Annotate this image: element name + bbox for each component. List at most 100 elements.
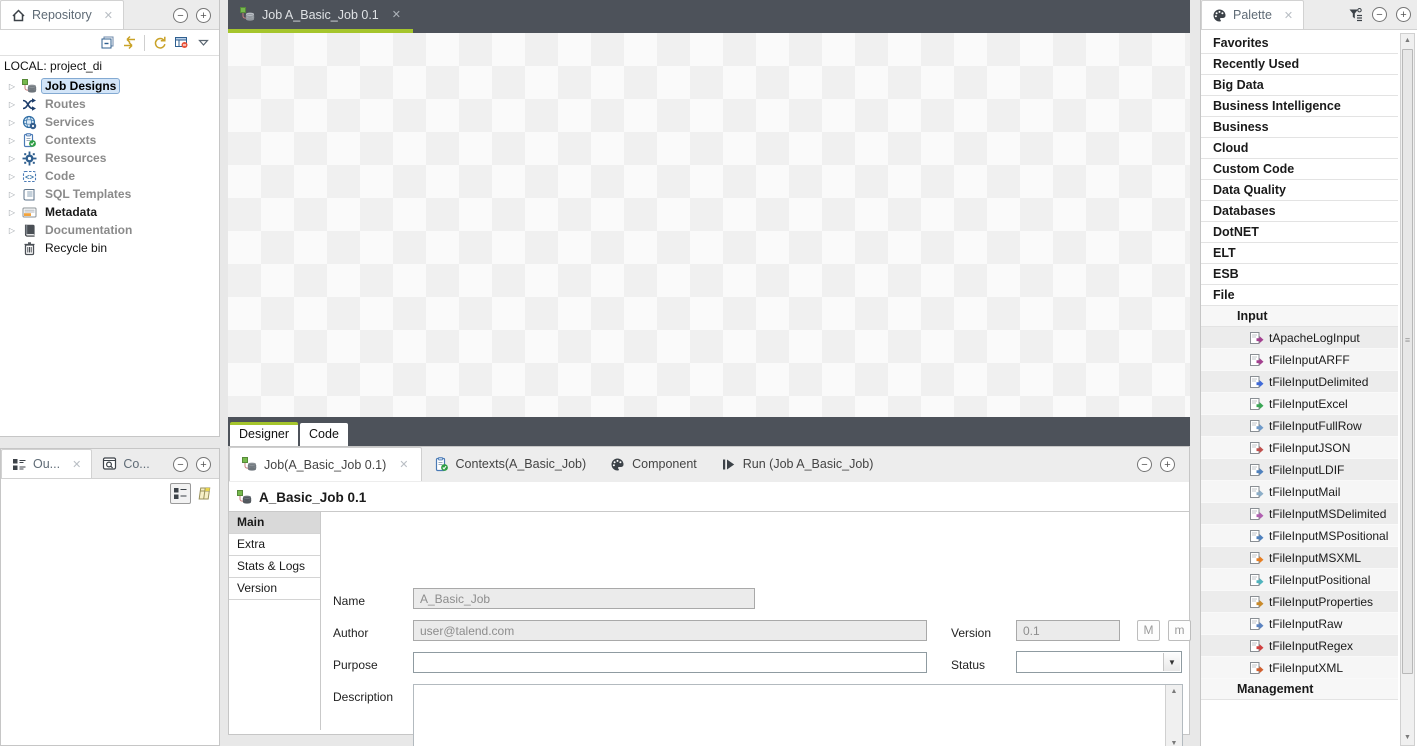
tree-item-code[interactable]: ▷<>Code	[0, 167, 219, 185]
tab-designer[interactable]: Designer	[230, 422, 298, 446]
expand-arrow-icon[interactable]: ▷	[6, 190, 18, 199]
palette-section-elt[interactable]: ELT	[1201, 243, 1398, 264]
author-field[interactable]	[413, 620, 927, 641]
tab-job-a-basic-job-0-1[interactable]: Job(A_Basic_Job 0.1)✕	[229, 447, 422, 481]
tab-palette[interactable]: Palette ✕	[1201, 0, 1304, 29]
palette-component-tfileinputmspositional[interactable]: tFileInputMSPositional	[1201, 525, 1398, 547]
palette-component-tfileinputmsxml[interactable]: tFileInputMSXML	[1201, 547, 1398, 569]
expand-arrow-icon[interactable]: ▷	[6, 226, 18, 235]
close-icon[interactable]: ✕	[1284, 9, 1293, 22]
expand-arrow-icon[interactable]: ▷	[6, 154, 18, 163]
tree-item-job-designs[interactable]: ▷Job Designs	[0, 77, 219, 95]
palette-section-custom-code[interactable]: Custom Code	[1201, 159, 1398, 180]
chevron-down-icon[interactable]: ▼	[1163, 653, 1180, 671]
palette-component-tfileinputxml[interactable]: tFileInputXML	[1201, 657, 1398, 679]
tree-item-services[interactable]: ▷Services	[0, 113, 219, 131]
side-tab-version[interactable]: Version	[229, 578, 320, 600]
palette-component-tfileinputmail[interactable]: tFileInputMail	[1201, 481, 1398, 503]
expand-arrow-icon[interactable]: ▷	[6, 208, 18, 217]
tab-code-viewer[interactable]: Co...	[92, 449, 159, 478]
maximize-button[interactable]: +	[196, 457, 211, 472]
description-field[interactable]	[414, 685, 1165, 746]
side-tab-main[interactable]: Main	[229, 512, 320, 534]
minimize-button[interactable]: −	[173, 8, 188, 23]
palette-component-tfileinputfullrow[interactable]: tFileInputFullRow	[1201, 415, 1398, 437]
palette-component-tfileinputproperties[interactable]: tFileInputProperties	[1201, 591, 1398, 613]
palette-component-tfileinputregex[interactable]: tFileInputRegex	[1201, 635, 1398, 657]
job-design-canvas[interactable]	[228, 33, 1190, 417]
palette-section-business-intelligence[interactable]: Business Intelligence	[1201, 96, 1398, 117]
side-tab-extra[interactable]: Extra	[229, 534, 320, 556]
tab-repository[interactable]: Repository ✕	[0, 0, 124, 29]
tab-contexts-a-basic-job[interactable]: Contexts(A_Basic_Job)	[422, 447, 599, 481]
scroll-down-icon[interactable]: ▼	[1166, 737, 1182, 746]
palette-component-tfileinputpositional[interactable]: tFileInputPositional	[1201, 569, 1398, 591]
expand-arrow-icon[interactable]: ▷	[6, 82, 18, 91]
palette-component-tfileinputldif[interactable]: tFileInputLDIF	[1201, 459, 1398, 481]
minimize-button[interactable]: −	[1137, 457, 1152, 472]
minor-version-button[interactable]: m	[1168, 620, 1191, 641]
scroll-down-icon[interactable]: ▼	[1401, 731, 1414, 745]
close-icon[interactable]: ✕	[72, 458, 81, 471]
palette-component-tfileinputjson[interactable]: tFileInputJSON	[1201, 437, 1398, 459]
refresh-icon[interactable]	[152, 35, 167, 50]
expand-arrow-icon[interactable]: ▷	[6, 100, 18, 109]
tree-item-routes[interactable]: ▷Routes	[0, 95, 219, 113]
minimize-button[interactable]: −	[173, 457, 188, 472]
tab-component[interactable]: Component	[598, 447, 709, 481]
tree-item-documentation[interactable]: ▷Documentation	[0, 221, 219, 239]
collapse-all-icon[interactable]	[100, 35, 115, 50]
version-field[interactable]	[1016, 620, 1120, 641]
scrollbar-thumb[interactable]	[1402, 49, 1413, 674]
expand-arrow-icon[interactable]: ▷	[6, 136, 18, 145]
detail-view-icon[interactable]	[174, 35, 189, 50]
palette-section-favorites[interactable]: Favorites	[1201, 33, 1398, 54]
palette-component-tfileinputarff[interactable]: tFileInputARFF	[1201, 349, 1398, 371]
expand-arrow-icon[interactable]: ▷	[6, 172, 18, 181]
scroll-up-icon[interactable]: ▲	[1401, 34, 1414, 48]
close-icon[interactable]: ✕	[399, 458, 408, 471]
tab-code[interactable]: Code	[300, 423, 348, 446]
palette-component-tfileinputdelimited[interactable]: tFileInputDelimited	[1201, 371, 1398, 393]
maximize-button[interactable]: +	[1396, 7, 1411, 22]
palette-section-cloud[interactable]: Cloud	[1201, 138, 1398, 159]
purpose-field[interactable]	[413, 652, 927, 673]
palette-component-tapacheloginput[interactable]: tApacheLogInput	[1201, 327, 1398, 349]
swap-branch-icon[interactable]	[122, 35, 137, 50]
tree-item-resources[interactable]: ▷Resources	[0, 149, 219, 167]
major-version-button[interactable]: M	[1137, 620, 1160, 641]
view-menu-chevron-icon[interactable]	[196, 35, 211, 50]
zoom-view-icon[interactable]	[196, 486, 211, 501]
tab-run-job-a-basic-job[interactable]: Run (Job A_Basic_Job)	[709, 447, 886, 481]
maximize-button[interactable]: +	[196, 8, 211, 23]
palette-section-management[interactable]: Management	[1201, 679, 1398, 700]
close-icon[interactable]: ✕	[392, 8, 401, 21]
tree-item-metadata[interactable]: ▷Metadata	[0, 203, 219, 221]
palette-section-big-data[interactable]: Big Data	[1201, 75, 1398, 96]
filter-icon[interactable]	[1348, 7, 1363, 22]
outline-view-toggle-icon[interactable]	[170, 483, 191, 504]
expand-arrow-icon[interactable]: ▷	[6, 118, 18, 127]
palette-section-file[interactable]: File	[1201, 285, 1398, 306]
palette-section-dotnet[interactable]: DotNET	[1201, 222, 1398, 243]
side-tab-stats-logs[interactable]: Stats & Logs	[229, 556, 320, 578]
palette-section-databases[interactable]: Databases	[1201, 201, 1398, 222]
palette-section-input[interactable]: Input	[1201, 306, 1398, 327]
name-field[interactable]	[413, 588, 755, 609]
editor-tab-job[interactable]: Job A_Basic_Job 0.1 ✕	[228, 0, 413, 33]
palette-section-business[interactable]: Business	[1201, 117, 1398, 138]
tree-item-contexts[interactable]: ▷Contexts	[0, 131, 219, 149]
description-scrollbar[interactable]: ▲▼	[1165, 685, 1182, 746]
minimize-button[interactable]: −	[1372, 7, 1387, 22]
palette-section-esb[interactable]: ESB	[1201, 264, 1398, 285]
palette-component-tfileinputraw[interactable]: tFileInputRaw	[1201, 613, 1398, 635]
palette-component-tfileinputexcel[interactable]: tFileInputExcel	[1201, 393, 1398, 415]
maximize-button[interactable]: +	[1160, 457, 1175, 472]
scroll-up-icon[interactable]: ▲	[1166, 685, 1182, 699]
close-icon[interactable]: ✕	[104, 9, 113, 22]
palette-scrollbar[interactable]: ▲ ▼	[1400, 33, 1415, 746]
palette-section-data-quality[interactable]: Data Quality	[1201, 180, 1398, 201]
palette-component-tfileinputmsdelimited[interactable]: tFileInputMSDelimited	[1201, 503, 1398, 525]
tree-item-sql-templates[interactable]: ▷SQL Templates	[0, 185, 219, 203]
status-dropdown[interactable]: ▼	[1016, 651, 1182, 673]
